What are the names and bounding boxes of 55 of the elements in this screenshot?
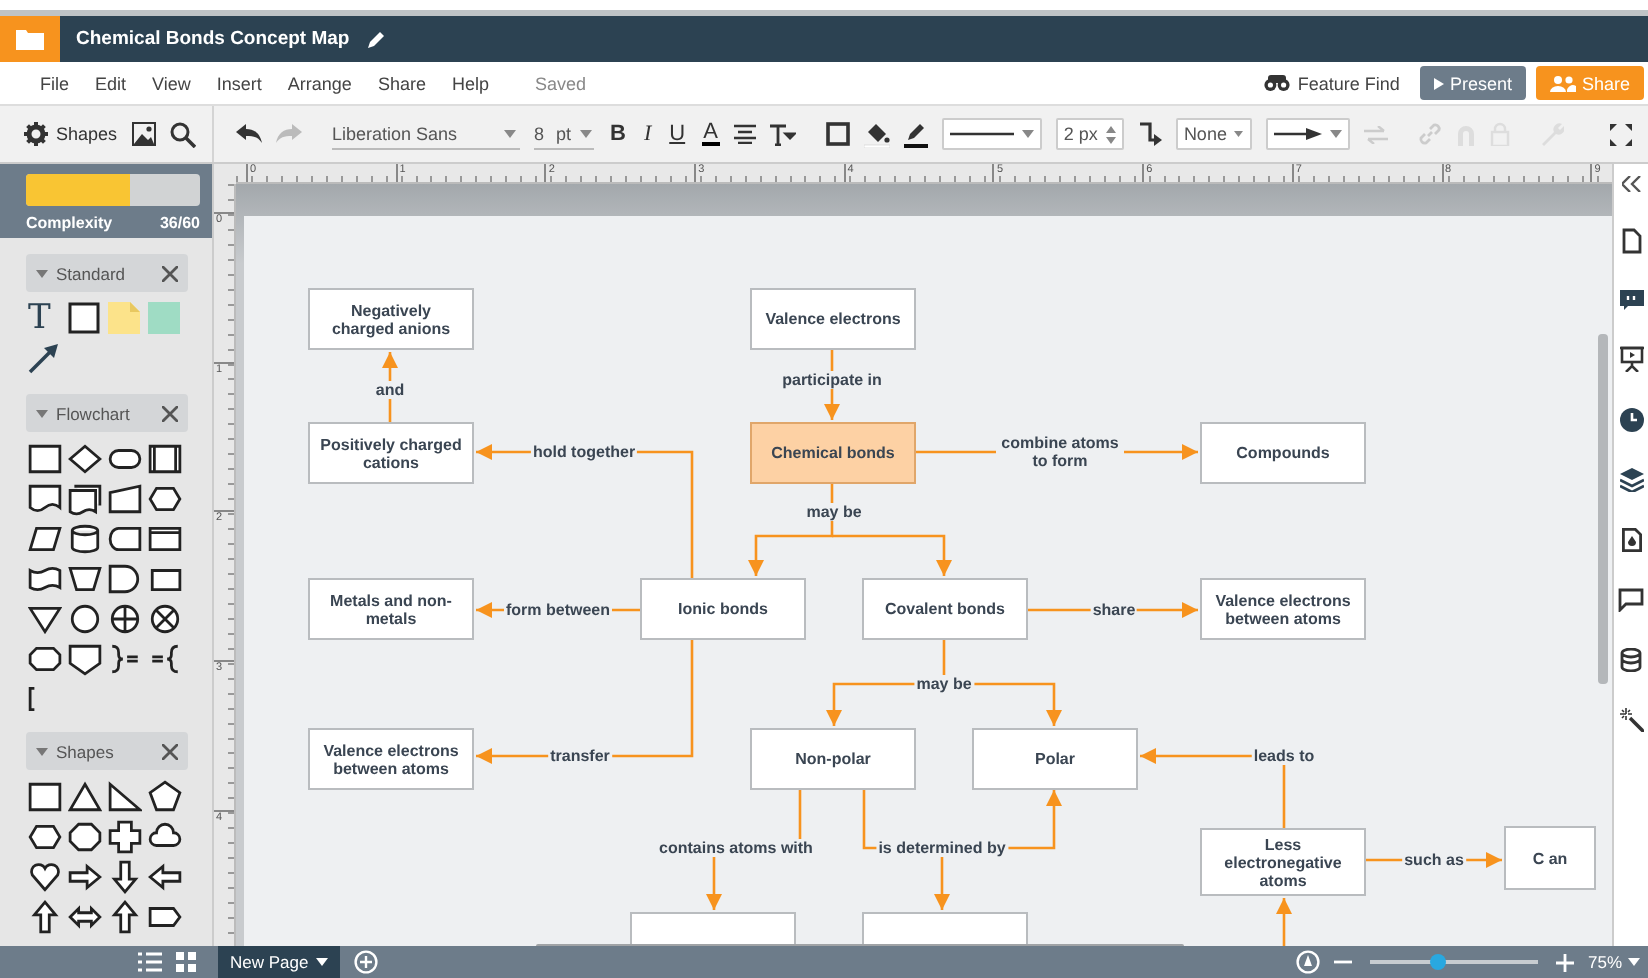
link-label[interactable]: and [373, 381, 407, 399]
zoom-dropdown[interactable]: 75% [1587, 952, 1648, 972]
link-label[interactable]: combine atoms to form [996, 434, 1124, 470]
menu-item[interactable]: File [40, 73, 70, 93]
concept-node[interactable]: C an [1504, 826, 1596, 890]
font-size-dropdown[interactable]: 8 pt [534, 119, 594, 149]
link-label[interactable]: leads to [1251, 747, 1317, 765]
library-header[interactable]: Shapes [26, 732, 188, 770]
present-button[interactable]: Present [1419, 66, 1526, 100]
concept-node[interactable]: Valence electrons [750, 288, 916, 350]
complexity-label: Complexity [26, 214, 113, 232]
complexity-count: 36/60 [159, 214, 200, 232]
concept-node[interactable]: Valence electrons between atoms [308, 728, 474, 790]
link-label[interactable]: participate in [780, 371, 884, 389]
menu-item[interactable]: Help [451, 73, 489, 93]
concept-node[interactable]: Chemical bonds [750, 422, 916, 484]
line-start-dropdown[interactable]: None [1175, 118, 1252, 150]
menu-item[interactable]: Share [377, 73, 426, 93]
menu-item[interactable]: Edit [95, 73, 127, 93]
menu-item[interactable]: Arrange [287, 73, 352, 93]
link-label[interactable]: share [1090, 601, 1138, 619]
feature-find-link[interactable]: Feature Find [1297, 73, 1400, 93]
underline-button[interactable]: U [667, 122, 688, 146]
line-width-spinner[interactable]: 2 px [1055, 118, 1124, 150]
save-status: Saved [534, 73, 587, 93]
concept-node[interactable]: Ionic bonds [640, 578, 806, 640]
library-header[interactable]: Flowchart [26, 394, 188, 432]
concept-node[interactable]: Polar [972, 728, 1138, 790]
link-label[interactable]: such as [1402, 851, 1466, 869]
link-label[interactable]: hold together [530, 443, 638, 461]
page-tab[interactable]: New Page [218, 946, 341, 978]
concept-node[interactable]: Less electronegative atoms [1200, 828, 1366, 896]
menu-item[interactable]: View [152, 73, 191, 93]
link-label[interactable]: may be [914, 675, 974, 693]
concept-node[interactable]: Negatively charged anions [308, 288, 474, 350]
link-label[interactable]: may be [804, 503, 864, 521]
font-dropdown[interactable]: Liberation Sans [332, 119, 520, 149]
bold-button[interactable]: B [608, 122, 628, 146]
document-title[interactable]: Chemical Bonds Concept Map [76, 28, 350, 50]
library-header[interactable]: Standard [26, 254, 188, 292]
text-color-button[interactable]: A [701, 122, 720, 146]
concept-node[interactable]: Positively charged cations [308, 422, 474, 484]
concept-node[interactable]: Non-polar [750, 728, 916, 790]
concept-node[interactable]: Compounds [1200, 422, 1366, 484]
menu-item[interactable]: Insert [216, 73, 262, 93]
link-label[interactable]: contains atoms with [657, 839, 815, 857]
link-label[interactable]: transfer [548, 747, 612, 765]
concept-node[interactable]: Covalent bonds [862, 578, 1028, 640]
concept-node[interactable]: Metals and non-metals [308, 578, 474, 640]
text-tool[interactable]: T [28, 302, 62, 334]
concept-node[interactable]: Valence electrons between atoms [1200, 578, 1366, 640]
shapes-button[interactable]: Shapes [24, 122, 118, 146]
link-label[interactable]: form between [504, 601, 612, 619]
link-label[interactable]: is determined by [876, 839, 1008, 857]
italic-button[interactable]: I [641, 122, 654, 146]
